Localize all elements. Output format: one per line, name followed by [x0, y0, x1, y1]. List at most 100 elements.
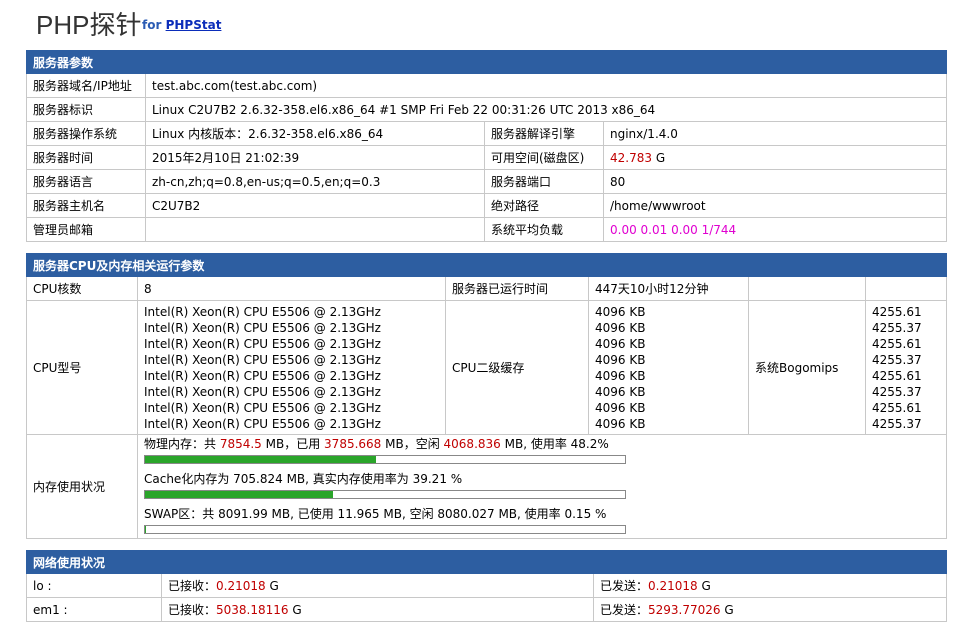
table-row: 服务器时间 2015年2月10日 21:02:39 可用空间(磁盘区) 42.7…: [26, 145, 948, 170]
server-params-table: 服务器参数 服务器域名/IP地址 test.abc.com(test.abc.c…: [25, 50, 948, 242]
rx-label: 已接收：: [168, 603, 217, 617]
row-label: 系统Bogomips: [748, 300, 866, 435]
row-value: C2U7B2: [145, 193, 485, 218]
phpstat-link[interactable]: PHPStat: [166, 18, 222, 32]
rx-value: 5038.18116: [216, 603, 289, 617]
tx-unit: G: [720, 603, 734, 617]
row-label: 绝对路径: [484, 193, 604, 218]
network-table: 网络使用状况 lo : 已接收：0.21018 G 已发送：0.21018 G …: [25, 550, 948, 622]
tx-cell: 已发送：5293.77026 G: [592, 597, 948, 622]
row-value: 2015年2月10日 21:02:39: [145, 145, 485, 170]
row-label: 服务器时间: [26, 145, 146, 170]
table-row: 服务器操作系统 Linux 内核版本：2.6.32-358.el6.x86_64…: [26, 121, 948, 146]
tx-value: 0.21018: [648, 579, 698, 593]
row-value: test.abc.com(test.abc.com): [144, 73, 948, 98]
phys-text: 物理内存：共: [144, 437, 220, 451]
table-row: 服务器标识 Linux C2U7B2 2.6.32-358.el6.x86_64…: [26, 97, 948, 122]
cpu-cores-value: 8: [137, 276, 446, 301]
row-label: CPU核数: [26, 276, 138, 301]
for-label: for PHPStat: [142, 18, 221, 32]
for-text: for: [142, 18, 162, 32]
rx-unit: G: [288, 603, 302, 617]
cache-memory-bar-fill: [145, 491, 334, 498]
bogomips-item: 4255.37: [872, 384, 922, 399]
network-header: 网络使用状况: [25, 550, 948, 574]
rx-value: 0.21018: [216, 579, 266, 593]
row-label: 系统平均负载: [484, 217, 604, 242]
rx-unit: G: [265, 579, 279, 593]
page-header: PHP探针 for PHPStat: [0, 0, 970, 50]
disk-free-value: 42.783 G: [602, 145, 948, 170]
phys-free: 4068.836: [443, 437, 501, 451]
uptime-value: 447天10小时12分钟: [588, 276, 749, 301]
page-title: PHP探针: [36, 10, 142, 40]
cpu-cache-item: 4096 KB: [595, 320, 646, 335]
memory-usage-cell: 物理内存：共 7854.5 MB，已用 3785.668 MB，空闲 4068.…: [136, 434, 948, 539]
bogomips-item: 4255.61: [872, 400, 922, 415]
cache-memory-line: Cache化内存为 705.824 MB, 真实内存使用率为 39.21 %: [144, 472, 463, 486]
row-value: 80: [602, 169, 948, 194]
cpu-memory-header: 服务器CPU及内存相关运行参数: [25, 253, 948, 277]
row-value: nginx/1.4.0: [602, 121, 948, 146]
table-row: CPU型号 Intel(R) Xeon(R) CPU E5506 @ 2.13G…: [26, 300, 948, 435]
empty-cell: [864, 276, 948, 301]
table-row: lo : 已接收：0.21018 G 已发送：0.21018 G: [26, 573, 948, 598]
cpu-model-item: Intel(R) Xeon(R) CPU E5506 @ 2.13GHz: [144, 304, 381, 319]
empty-cell: [748, 276, 866, 301]
cpu-cache-item: 4096 KB: [595, 368, 646, 383]
cpu-cache-item: 4096 KB: [595, 400, 646, 415]
row-value: /home/wwwroot: [602, 193, 948, 218]
bogomips-item: 4255.61: [872, 336, 922, 351]
row-label: 服务器端口: [484, 169, 604, 194]
iface-label: em1 :: [26, 597, 162, 622]
bogomips-item: 4255.61: [872, 304, 922, 319]
row-value: zh-cn,zh;q=0.8,en-us;q=0.5,en;q=0.3: [145, 169, 485, 194]
phys-text: MB, 使用率 48.2%: [500, 437, 609, 451]
swap-bar-fill: [145, 526, 146, 533]
bogomips-item: 4255.61: [872, 368, 922, 383]
phys-text: MB，空闲: [381, 437, 444, 451]
bogomips-item: 4255.37: [872, 416, 922, 431]
row-label: 服务器主机名: [26, 193, 146, 218]
bogomips-list: 4255.61 4255.37 4255.61 4255.37 4255.61 …: [864, 300, 948, 435]
table-row: em1 : 已接收：5038.18116 G 已发送：5293.77026 G: [26, 597, 948, 622]
table-row: 服务器域名/IP地址 test.abc.com(test.abc.com): [26, 73, 948, 98]
swap-line: SWAP区：共 8091.99 MB, 已使用 11.965 MB, 空闲 80…: [144, 507, 607, 521]
cpu-cache-item: 4096 KB: [595, 384, 646, 399]
physical-memory-line: 物理内存：共 7854.5 MB，已用 3785.668 MB，空闲 4068.…: [144, 437, 940, 452]
row-label: 管理员邮箱: [26, 217, 146, 242]
cpu-model-item: Intel(R) Xeon(R) CPU E5506 @ 2.13GHz: [144, 400, 381, 415]
tx-value: 5293.77026: [648, 603, 721, 617]
row-label: 服务器解译引擎: [484, 121, 604, 146]
iface-label: lo :: [26, 573, 162, 598]
rx-label: 已接收：: [168, 579, 217, 593]
cpu-cache-item: 4096 KB: [595, 352, 646, 367]
server-params-header: 服务器参数: [25, 50, 948, 74]
cpu-model-item: Intel(R) Xeon(R) CPU E5506 @ 2.13GHz: [144, 336, 381, 351]
tx-unit: G: [697, 579, 711, 593]
row-label: 服务器已运行时间: [445, 276, 589, 301]
row-label: 服务器域名/IP地址: [26, 73, 146, 98]
cpu-model-item: Intel(R) Xeon(R) CPU E5506 @ 2.13GHz: [144, 416, 381, 431]
cpu-model-item: Intel(R) Xeon(R) CPU E5506 @ 2.13GHz: [144, 352, 381, 367]
table-row: 内存使用状况 物理内存：共 7854.5 MB，已用 3785.668 MB，空…: [26, 434, 948, 539]
rx-cell: 已接收：5038.18116 G: [161, 597, 594, 622]
bogomips-item: 4255.37: [872, 352, 922, 367]
cpu-cache-item: 4096 KB: [595, 304, 646, 319]
row-value: Linux 内核版本：2.6.32-358.el6.x86_64: [145, 121, 485, 146]
cpu-cache-list: 4096 KB 4096 KB 4096 KB 4096 KB 4096 KB …: [588, 300, 749, 435]
row-label: 服务器操作系统: [26, 121, 146, 146]
tx-label: 已发送：: [600, 579, 649, 593]
phys-total: 7854.5: [219, 437, 262, 451]
tx-label: 已发送：: [600, 603, 649, 617]
phys-used: 3785.668: [324, 437, 382, 451]
table-row: 管理员邮箱 系统平均负载 0.00 0.01 0.00 1/744: [26, 217, 948, 242]
row-label: 服务器语言: [26, 169, 146, 194]
table-row: CPU核数 8 服务器已运行时间 447天10小时12分钟: [26, 276, 948, 301]
table-row: 服务器语言 zh-cn,zh;q=0.8,en-us;q=0.5,en;q=0.…: [26, 169, 948, 194]
tx-cell: 已发送：0.21018 G: [592, 573, 948, 598]
load-average-value: 0.00 0.01 0.00 1/744: [602, 217, 948, 242]
row-label: 可用空间(磁盘区): [484, 145, 604, 170]
swap-bar: [144, 525, 626, 534]
physical-memory-bar: [144, 455, 626, 464]
